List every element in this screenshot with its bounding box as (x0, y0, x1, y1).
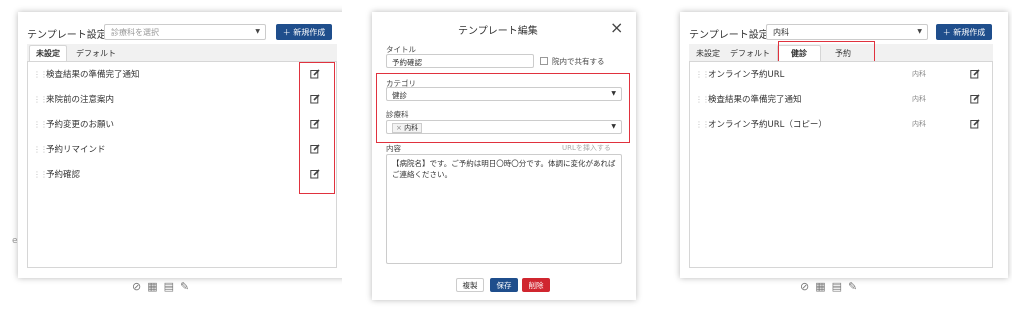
list-item-label: 来院前の注意案内 (46, 95, 115, 105)
template-settings-panel: テンプレート設定 内科 ▼ ＋ 新規作成 未設定 デフォルト 健診 予約 ⋮⋮ … (680, 12, 1008, 278)
new-template-button[interactable]: ＋ 新規作成 (276, 24, 332, 40)
save-button[interactable]: 保存 (490, 278, 518, 292)
document-icon[interactable]: ▤ (164, 280, 174, 293)
background-text: e (12, 236, 18, 246)
department-select[interactable]: 内科 ▼ (766, 24, 928, 40)
highlight-box (376, 73, 630, 143)
department-select[interactable]: 診療科を選択 ▼ (104, 24, 266, 40)
template-list: ⋮⋮ 検査結果の準備完了通知 ⋮⋮ 来院前の注意案内 ⋮⋮ 予約変更のお願い ⋮… (27, 61, 337, 268)
chevron-down-icon: ▼ (255, 28, 260, 35)
paperclip-icon[interactable]: ✎ (180, 280, 189, 293)
content-textarea[interactable]: 【病院名】です。ご予約は明日〇時〇分です。体調に変化があればご連絡ください。 (386, 154, 622, 264)
list-item[interactable]: ⋮⋮ 予約リマインド (28, 137, 336, 161)
title-input[interactable]: 予約確認 (386, 54, 534, 68)
list-item[interactable]: ⋮⋮ 予約変更のお願い (28, 112, 336, 136)
list-item[interactable]: ⋮⋮ オンライン予約URL（コピー） 内科 (690, 112, 992, 136)
list-item-department: 内科 (912, 95, 926, 103)
list-item-label: 検査結果の準備完了通知 (46, 70, 140, 80)
list-item[interactable]: ⋮⋮ オンライン予約URL 内科 (690, 62, 992, 86)
screenshot-template-edit: テンプレート編集 × タイトル 予約確認 院内で共有する カテゴリ 健診 ▼ 診… (356, 0, 656, 312)
drag-handle-icon[interactable]: ⋮⋮ (33, 70, 48, 79)
list-item-label: 検査結果の準備完了通知 (708, 95, 802, 105)
new-template-button[interactable]: ＋ 新規作成 (936, 24, 992, 40)
list-item[interactable]: ⋮⋮ 検査結果の準備完了通知 (28, 62, 336, 86)
department-select-value: 内科 (773, 28, 789, 37)
delete-button[interactable]: 削除 (522, 278, 550, 292)
list-item-label: 予約リマインド (46, 145, 106, 155)
calendar-icon[interactable]: ▦ (815, 280, 825, 293)
list-item[interactable]: ⋮⋮ 検査結果の準備完了通知 内科 (690, 87, 992, 111)
toolbar-icons: ⊘ ▦ ▤ ✎ (132, 280, 189, 293)
share-checkbox[interactable] (540, 57, 548, 65)
tab-default[interactable]: デフォルト (71, 45, 121, 61)
toolbar-icons: ⊘ ▦ ▤ ✎ (800, 280, 857, 293)
drag-handle-icon[interactable]: ⋮⋮ (695, 95, 710, 104)
content-text: 【病院名】です。ご予約は明日〇時〇分です。体調に変化があればご連絡ください。 (392, 159, 616, 179)
chevron-down-icon: ▼ (917, 28, 922, 35)
template-list: ⋮⋮ オンライン予約URL 内科 ⋮⋮ 検査結果の準備完了通知 内科 ⋮⋮ オン… (689, 61, 993, 268)
template-settings-panel: テンプレート設定 診療科を選択 ▼ ＋ 新規作成 未設定 デフォルト ⋮⋮ 検査… (18, 12, 342, 278)
panel-title: テンプレート設定 (27, 30, 107, 41)
department-select-placeholder: 診療科を選択 (111, 28, 159, 37)
attach-icon[interactable]: ⊘ (132, 280, 141, 293)
template-edit-dialog: テンプレート編集 × タイトル 予約確認 院内で共有する カテゴリ 健診 ▼ 診… (372, 12, 636, 300)
dialog-title: テンプレート編集 (458, 26, 538, 37)
tab-bar: 未設定 デフォルト (27, 44, 337, 61)
list-item-label: オンライン予約URL（コピー） (708, 120, 827, 130)
paperclip-icon[interactable]: ✎ (848, 280, 857, 293)
edit-icon[interactable] (970, 94, 980, 104)
document-icon[interactable]: ▤ (832, 280, 842, 293)
tab-unassigned[interactable]: 未設定 (691, 45, 725, 61)
share-label: 院内で共有する (552, 57, 605, 66)
insert-url-link[interactable]: URLを挿入する (562, 143, 611, 153)
drag-handle-icon[interactable]: ⋮⋮ (695, 120, 710, 129)
duplicate-button[interactable]: 複製 (456, 278, 484, 292)
list-item[interactable]: ⋮⋮ 予約確認 (28, 162, 336, 186)
list-item[interactable]: ⋮⋮ 来院前の注意案内 (28, 87, 336, 111)
drag-handle-icon[interactable]: ⋮⋮ (695, 70, 710, 79)
content-label: 内容 (386, 144, 401, 153)
screenshot-template-list: e テンプレート設定 診療科を選択 ▼ ＋ 新規作成 未設定 デフォルト ⋮⋮ … (8, 0, 342, 312)
highlight-box (299, 62, 335, 194)
list-item-label: オンライン予約URL (708, 70, 785, 80)
list-item-label: 予約変更のお願い (46, 120, 115, 130)
drag-handle-icon[interactable]: ⋮⋮ (33, 170, 48, 179)
drag-handle-icon[interactable]: ⋮⋮ (33, 95, 48, 104)
screenshot-template-filtered: テンプレート設定 内科 ▼ ＋ 新規作成 未設定 デフォルト 健診 予約 ⋮⋮ … (672, 0, 1012, 312)
drag-handle-icon[interactable]: ⋮⋮ (33, 145, 48, 154)
list-item-department: 内科 (912, 70, 926, 78)
list-item-department: 内科 (912, 120, 926, 128)
close-icon[interactable]: × (610, 18, 623, 37)
edit-icon[interactable] (970, 119, 980, 129)
attach-icon[interactable]: ⊘ (800, 280, 809, 293)
panel-title: テンプレート設定 (689, 30, 769, 41)
tab-default[interactable]: デフォルト (727, 45, 773, 61)
drag-handle-icon[interactable]: ⋮⋮ (33, 120, 48, 129)
tab-unassigned[interactable]: 未設定 (29, 45, 67, 61)
edit-icon[interactable] (970, 69, 980, 79)
calendar-icon[interactable]: ▦ (147, 280, 157, 293)
list-item-label: 予約確認 (46, 170, 81, 180)
